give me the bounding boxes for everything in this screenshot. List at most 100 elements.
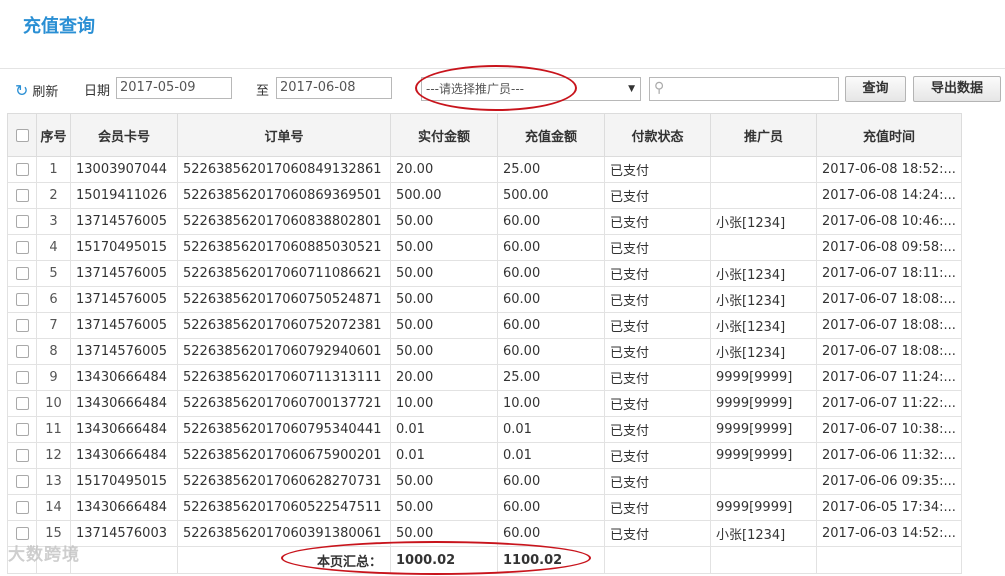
row-checkbox[interactable] <box>15 423 29 436</box>
row-checkbox[interactable] <box>15 319 29 332</box>
paid-amount: 20.00 <box>390 364 498 391</box>
promoter-select-value: ---请选择推广员--- <box>426 82 524 96</box>
summary-cell <box>70 546 178 574</box>
row-checkbox-cell[interactable] <box>7 286 37 313</box>
row-checkbox-cell[interactable] <box>7 416 37 443</box>
row-checkbox[interactable] <box>15 501 29 514</box>
row-checkbox-cell[interactable] <box>7 364 37 391</box>
table-row[interactable]: 13 15170495015 522638562017060628270731 50.… <box>7 468 962 495</box>
recharge-time: 2017-06-07 11:24:... <box>816 364 962 391</box>
paid-amount: 50.00 <box>390 494 498 521</box>
payment-status: 已支付 <box>604 390 711 417</box>
promoter-select[interactable]: ---请选择推广员--- ▼ <box>421 77 641 101</box>
row-index: 11 <box>36 416 71 443</box>
row-index: 12 <box>36 442 71 469</box>
recharge-amount: 60.00 <box>497 338 605 365</box>
order-no: 522638562017060522547511 <box>177 494 391 521</box>
table-row[interactable]: 9 13430666484 522638562017060711313111 20.0… <box>7 364 962 391</box>
row-checkbox-cell[interactable] <box>7 442 37 469</box>
paid-amount: 500.00 <box>390 182 498 209</box>
paid-amount: 50.00 <box>390 234 498 261</box>
row-checkbox[interactable] <box>15 475 29 488</box>
row-checkbox[interactable] <box>15 371 29 384</box>
payment-status: 已支付 <box>604 520 711 547</box>
payment-status: 已支付 <box>604 182 711 209</box>
row-checkbox-cell[interactable] <box>7 390 37 417</box>
table-header-row: 序号 会员卡号 订单号 实付金额 充值金额 付款状态 推广员 充值时间 <box>7 113 962 157</box>
table-row[interactable]: 4 15170495015 522638562017060885030521 50.0… <box>7 234 962 261</box>
member-card-no: 13714576005 <box>70 208 178 235</box>
row-checkbox[interactable] <box>15 189 29 202</box>
promoter: 小张[1234] <box>710 286 817 313</box>
member-card-no: 15170495015 <box>70 234 178 261</box>
row-index: 14 <box>36 494 71 521</box>
recharge-time: 2017-06-07 11:22:... <box>816 390 962 417</box>
search-input[interactable]: ⚲ <box>649 77 839 101</box>
row-checkbox-cell[interactable] <box>7 468 37 495</box>
table-row[interactable]: 3 13714576005 522638562017060838802801 50.0… <box>7 208 962 235</box>
row-checkbox[interactable] <box>15 267 29 280</box>
table-row[interactable]: 7 13714576005 522638562017060752072381 50.0… <box>7 312 962 339</box>
refresh-button[interactable]: ↻ 刷新 <box>15 81 58 100</box>
row-index: 5 <box>36 260 71 287</box>
table-row[interactable]: 2 15019411026 522638562017060869369501 500.… <box>7 182 962 209</box>
table-row[interactable]: 14 13430666484 522638562017060522547511 50.… <box>7 494 962 521</box>
row-checkbox[interactable] <box>15 215 29 228</box>
order-no: 522638562017060711086621 <box>177 260 391 287</box>
order-no: 522638562017060750524871 <box>177 286 391 313</box>
table-row[interactable]: 1 13003907044 522638562017060849132861 20.0… <box>7 156 962 183</box>
paid-amount: 0.01 <box>390 442 498 469</box>
row-checkbox-cell[interactable] <box>7 234 37 261</box>
select-all-checkbox[interactable] <box>15 128 29 142</box>
summary-cell <box>710 546 817 574</box>
date-to-input[interactable]: 2017-06-08 <box>276 77 392 99</box>
row-index: 4 <box>36 234 71 261</box>
table-row[interactable]: 11 13430666484 522638562017060795340441 0.0… <box>7 416 962 443</box>
row-checkbox-cell[interactable] <box>7 156 37 183</box>
row-checkbox-cell[interactable] <box>7 182 37 209</box>
order-no: 522638562017060885030521 <box>177 234 391 261</box>
query-button[interactable]: 查询 <box>845 76 906 102</box>
table-row[interactable]: 5 13714576005 522638562017060711086621 50.0… <box>7 260 962 287</box>
row-checkbox-cell[interactable] <box>7 312 37 339</box>
table-row[interactable]: 8 13714576005 522638562017060792940601 50.0… <box>7 338 962 365</box>
promoter <box>710 182 817 209</box>
member-card-no: 13714576005 <box>70 312 178 339</box>
row-checkbox[interactable] <box>15 163 29 176</box>
row-checkbox-cell[interactable] <box>7 338 37 365</box>
promoter: 小张[1234] <box>710 260 817 287</box>
summary-label: 本页汇总： <box>177 546 391 574</box>
table-row[interactable]: 15 13714576003 522638562017060391380061 50.… <box>7 520 962 547</box>
payment-status: 已支付 <box>604 364 711 391</box>
export-button[interactable]: 导出数据 <box>913 76 1001 102</box>
recharge-amount: 60.00 <box>497 286 605 313</box>
table-row[interactable]: 10 13430666484 522638562017060700137721 10.… <box>7 390 962 417</box>
recharge-table: 序号 会员卡号 订单号 实付金额 充值金额 付款状态 推广员 充值时间 1 130… <box>7 113 962 574</box>
date-from-input[interactable]: 2017-05-09 <box>116 77 232 99</box>
row-checkbox[interactable] <box>15 527 29 540</box>
column-header: 会员卡号 <box>70 113 178 157</box>
summary-cell <box>816 546 962 574</box>
paid-amount: 50.00 <box>390 468 498 495</box>
row-checkbox[interactable] <box>15 241 29 254</box>
row-checkbox-cell[interactable] <box>7 494 37 521</box>
recharge-time: 2017-06-07 18:08:... <box>816 312 962 339</box>
row-checkbox[interactable] <box>15 449 29 462</box>
recharge-amount: 10.00 <box>497 390 605 417</box>
page-title: 充值查询 <box>23 16 95 37</box>
row-checkbox[interactable] <box>15 293 29 306</box>
promoter <box>710 234 817 261</box>
row-checkbox-cell[interactable] <box>7 260 37 287</box>
row-checkbox[interactable] <box>15 345 29 358</box>
paid-amount: 50.00 <box>390 208 498 235</box>
recharge-time: 2017-06-08 18:52:... <box>816 156 962 183</box>
select-all-checkbox-cell[interactable] <box>7 113 37 157</box>
recharge-time: 2017-06-07 18:08:... <box>816 338 962 365</box>
row-checkbox[interactable] <box>15 397 29 410</box>
paid-amount: 10.00 <box>390 390 498 417</box>
payment-status: 已支付 <box>604 468 711 495</box>
row-checkbox-cell[interactable] <box>7 208 37 235</box>
row-index: 1 <box>36 156 71 183</box>
table-row[interactable]: 12 13430666484 522638562017060675900201 0.0… <box>7 442 962 469</box>
table-row[interactable]: 6 13714576005 522638562017060750524871 50.0… <box>7 286 962 313</box>
